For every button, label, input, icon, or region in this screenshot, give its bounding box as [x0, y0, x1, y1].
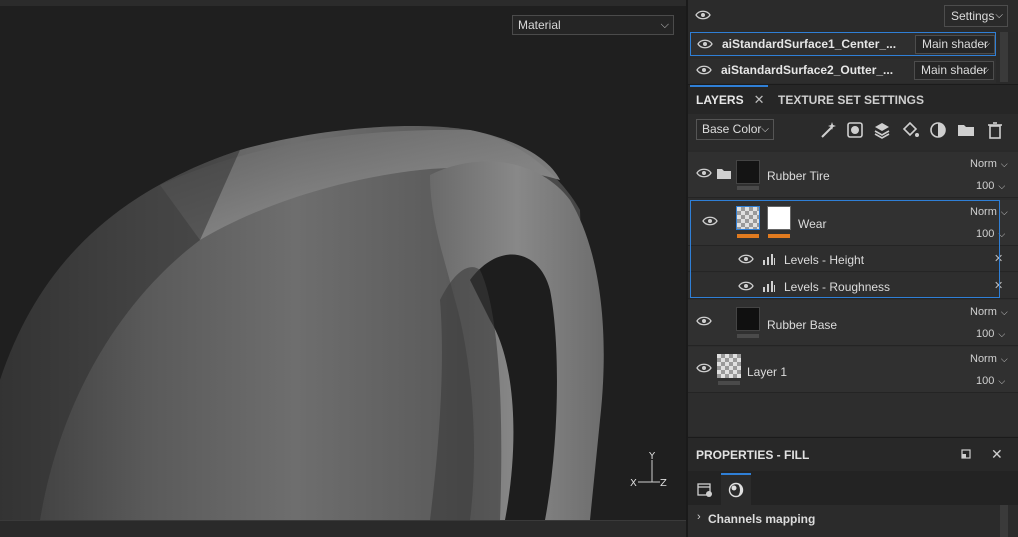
right-panel: Settings ⌵ aiStandardSurface1_Center_...… [686, 0, 1018, 537]
texture-set-header: Settings ⌵ [688, 0, 1018, 32]
layer-thumbnail [736, 160, 760, 184]
selected-layer-outline [690, 200, 1000, 298]
chevron-down-icon: ⌵ [1000, 354, 1008, 364]
chevron-down-icon: ⌵ [1000, 159, 1008, 169]
delete-icon[interactable] [985, 120, 1005, 140]
axis-y-label: Y [648, 451, 656, 462]
texture-set-name: aiStandardSurface1_Center_... [722, 37, 897, 51]
settings-dropdown[interactable]: Settings ⌵ [944, 5, 1008, 27]
layer-item[interactable]: Layer 1 Norm ⌵ 100 ⌵ [688, 347, 1018, 393]
layer-thumbnail [736, 307, 760, 331]
chevron-down-icon: ⌵ [998, 329, 1006, 339]
opacity[interactable]: 100 ⌵ [976, 375, 1005, 387]
tab-texture-set-settings-label: TEXTURE SET SETTINGS [778, 93, 925, 107]
tab-layers[interactable]: LAYERS ✕ [690, 85, 768, 115]
blend-mode[interactable]: Norm ⌵ [970, 306, 1008, 318]
add-effect-icon[interactable] [818, 120, 838, 140]
chevron-down-icon: ⌵ [761, 124, 769, 135]
properties-scrollbar[interactable] [1000, 505, 1008, 537]
chevron-right-icon[interactable]: › [697, 511, 701, 523]
opacity-value: 100 [976, 180, 995, 192]
tire-render[interactable] [0, 0, 686, 537]
thumbnail-bar [718, 381, 740, 385]
texture-set-row[interactable]: aiStandardSurface2_Outter_... Main shade… [690, 59, 996, 83]
eye-icon[interactable] [696, 362, 712, 374]
blend-mode[interactable]: Norm ⌵ [970, 353, 1008, 365]
channels-mapping-section[interactable]: Channels mapping [708, 512, 815, 526]
thumbnail-bar [737, 334, 759, 338]
properties-body: › Channels mapping [688, 505, 1018, 537]
panel-tabs: LAYERS ✕ TEXTURE SET SETTINGS [688, 84, 1018, 115]
opacity-value: 100 [976, 375, 995, 387]
texture-set-scrollbar[interactable] [1000, 32, 1008, 82]
viewport-mode-select[interactable]: Material ⌵ [512, 15, 674, 35]
axis-x-label: X [630, 478, 637, 489]
tab-texture-set-settings[interactable]: TEXTURE SET SETTINGS [778, 85, 924, 115]
settings-label: Settings [951, 9, 995, 23]
blend-mode-value: Norm [970, 158, 997, 170]
chevron-down-icon: ⌵ [998, 181, 1006, 191]
chevron-down-icon: ⌵ [1000, 307, 1008, 317]
layer-name: Rubber Tire [767, 169, 830, 183]
texture-set-row[interactable]: aiStandardSurface1_Center_... Main shade… [690, 32, 996, 56]
thumbnail-bar [737, 186, 759, 190]
3d-viewport[interactable]: Material ⌵ Y X Z [0, 0, 686, 537]
chevron-down-icon: ⌵ [995, 10, 1003, 21]
layer-name: Rubber Base [767, 318, 838, 332]
opacity-value: 100 [976, 328, 995, 340]
layer-thumbnail [717, 354, 741, 378]
properties-title: PROPERTIES - FILL [696, 448, 810, 462]
shader-label: Main shader [922, 37, 989, 51]
maximize-icon[interactable] [961, 449, 971, 459]
eye-icon[interactable] [696, 315, 712, 327]
channel-select[interactable]: Base Color ⌵ [696, 119, 774, 140]
layer-name: Layer 1 [747, 365, 788, 379]
blend-mode-value: Norm [970, 306, 997, 318]
viewport-mode-value: Material [518, 18, 561, 32]
layer-item[interactable]: Rubber Tire Norm ⌵ 100 ⌵ [688, 152, 1018, 198]
add-layer-icon[interactable] [872, 120, 892, 140]
layer-item[interactable]: Rubber Base Norm ⌵ 100 ⌵ [688, 300, 1018, 346]
close-icon[interactable]: ✕ [991, 446, 1003, 463]
axis-gizmo: Y X Z [630, 451, 667, 489]
chevron-down-icon: ⌵ [981, 65, 989, 76]
shader-label: Main shader [921, 63, 988, 77]
eye-icon[interactable] [696, 64, 712, 76]
layers-toolbar: Base Color ⌵ [688, 114, 1018, 150]
chevron-down-icon: ⌵ [998, 376, 1006, 386]
opacity[interactable]: 100 ⌵ [976, 180, 1005, 192]
chevron-down-icon: ⌵ [982, 39, 990, 50]
properties-header: PROPERTIES - FILL ✕ [688, 437, 1018, 472]
blend-mode[interactable]: Norm ⌵ [970, 158, 1008, 170]
opacity[interactable]: 100 ⌵ [976, 328, 1005, 340]
tab-material[interactable] [721, 473, 751, 505]
chevron-down-icon: ⌵ [1000, 207, 1008, 217]
chevron-down-icon: ⌵ [660, 19, 669, 31]
add-folder-icon[interactable] [956, 120, 976, 140]
fill-settings-icon [697, 483, 712, 497]
eye-icon[interactable] [696, 167, 712, 179]
close-icon[interactable]: ✕ [754, 92, 765, 107]
texture-set-name: aiStandardSurface2_Outter_... [721, 63, 894, 77]
add-mask-icon[interactable] [845, 120, 865, 140]
blend-mode-value: Norm [970, 353, 997, 365]
axis-z-label: Z [660, 478, 667, 489]
tab-layers-label: LAYERS [696, 93, 744, 107]
shader-dropdown[interactable]: Main shader ⌵ [915, 35, 995, 54]
add-smart-material-icon[interactable] [928, 120, 948, 140]
properties-tabs [688, 471, 1018, 505]
add-fill-icon[interactable] [900, 120, 920, 140]
tab-fill-settings[interactable] [690, 473, 720, 505]
material-icon [728, 482, 744, 498]
eye-settings-icon[interactable] [695, 8, 711, 22]
viewport-bottom-strip [0, 520, 686, 537]
eye-icon[interactable] [697, 38, 713, 50]
folder-icon [717, 169, 731, 179]
channel-value: Base Color [702, 122, 762, 136]
shader-dropdown[interactable]: Main shader ⌵ [914, 61, 994, 80]
